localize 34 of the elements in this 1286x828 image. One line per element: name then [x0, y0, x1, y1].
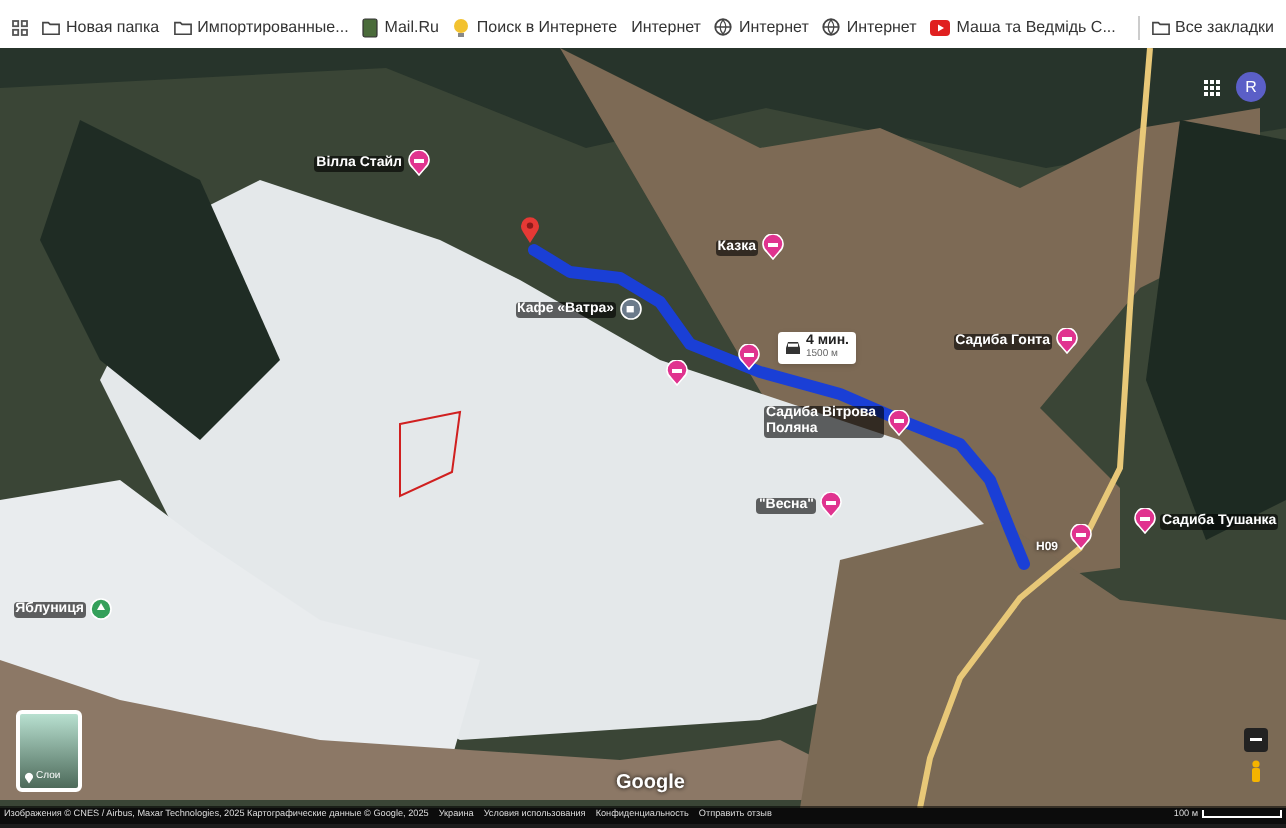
scale-bar-icon: [1202, 810, 1282, 819]
lightbulb-icon: [452, 17, 471, 37]
minus-icon: [1250, 738, 1262, 742]
apps-grid-icon[interactable]: [12, 19, 28, 35]
bookmark-link[interactable]: Интернет: [846, 15, 917, 39]
car-icon: [784, 340, 802, 356]
bookmark-link[interactable]: Новая папка: [66, 15, 160, 39]
bookmark-link[interactable]: Импортированные...: [197, 15, 349, 39]
hotel-pin-icon[interactable]: [408, 150, 430, 176]
folder-icon: [173, 19, 192, 35]
bookmark-link[interactable]: Интернет: [738, 15, 809, 39]
apps-grid-icon[interactable]: [1204, 80, 1220, 96]
all-bookmarks-link[interactable]: Все закладки: [1175, 15, 1274, 39]
hotel-pin-icon[interactable]: [762, 234, 784, 260]
globe-icon: [714, 18, 733, 36]
hotel-pin-icon[interactable]: [820, 492, 842, 518]
pegman-icon[interactable]: [1250, 760, 1262, 782]
bookmark-link[interactable]: Маша та Ведмідь С...: [956, 15, 1116, 39]
zoom-out-button[interactable]: [1244, 728, 1268, 752]
video-icon: [930, 19, 951, 35]
hotel-pin-icon[interactable]: [1056, 328, 1078, 354]
google-logo: Google: [616, 770, 685, 798]
hotel-pin-icon[interactable]: [1134, 508, 1156, 534]
hotel-pin-icon[interactable]: [738, 344, 760, 370]
hotel-pin-icon[interactable]: [888, 409, 910, 435]
site-icon: [362, 17, 379, 37]
globe-icon: [822, 18, 841, 36]
hotel-pin-icon[interactable]: [666, 360, 688, 386]
bookmark-link[interactable]: Интернет: [631, 15, 701, 39]
folder-icon: [42, 19, 60, 35]
bookmark-link[interactable]: Поиск в Интернете: [476, 15, 618, 39]
hotel-pin-icon[interactable]: [1070, 524, 1092, 550]
bookmark-link[interactable]: Mail.Ru: [384, 15, 439, 39]
folder-icon: [1151, 19, 1170, 35]
